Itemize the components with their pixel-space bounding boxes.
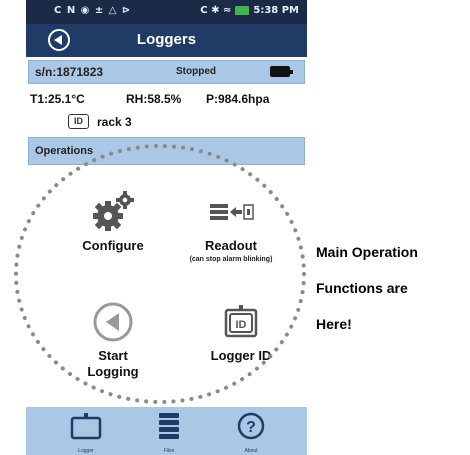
battery-status-icon	[235, 6, 250, 15]
start-logging-button[interactable]: Start Logging	[68, 300, 158, 380]
temperature-reading: T1:25.1°C	[30, 92, 85, 106]
readout-button[interactable]: Readout (can stop alarm blinking)	[166, 190, 296, 263]
help-circle-icon: ?	[237, 412, 265, 440]
nav-item-files[interactable]: Files	[139, 411, 199, 454]
readout-icon	[206, 190, 256, 234]
id-card-text: ID	[236, 319, 247, 331]
readout-sublabel: (can stop alarm blinking)	[189, 256, 273, 263]
files-icon	[159, 413, 179, 439]
logger-icon	[70, 413, 102, 440]
serial-number: s/n:1871823	[35, 65, 104, 79]
annotation-line-2: Functions are	[316, 280, 408, 296]
status-signal-icons: C ✱ ≈	[200, 5, 232, 16]
logger-tag-name: rack 3	[97, 114, 132, 129]
annotation-caption: Main Operation Functions are Here!	[316, 234, 466, 342]
readout-label: Readout	[205, 238, 257, 253]
bottom-navigation: Logger Files ? About	[26, 407, 307, 455]
start-logging-label-2: Logging	[87, 364, 139, 379]
nav-label-files: Files	[163, 448, 175, 454]
id-badge-icon: ID	[68, 114, 89, 129]
status-bar: C N ◉ ± △ ⊳ C ✱ ≈ 5:38 PM	[26, 0, 307, 24]
logger-state: Stopped	[176, 66, 216, 77]
nav-item-logger[interactable]: Logger	[56, 411, 116, 454]
operations-header: Operations	[28, 137, 305, 165]
phone-screen: C N ◉ ± △ ⊳ C ✱ ≈ 5:38 PM Loggers s/n:18…	[26, 0, 307, 455]
battery-icon	[270, 66, 293, 77]
gear-icon	[91, 190, 135, 234]
nav-label-logger: Logger	[78, 448, 94, 454]
title-bar: Loggers	[26, 24, 307, 57]
logger-id-label: Logger ID	[210, 348, 272, 363]
annotation-line-1: Main Operation	[316, 244, 418, 260]
status-right: C ✱ ≈ 5:38 PM	[200, 5, 299, 16]
nav-item-about[interactable]: ? About	[221, 411, 281, 454]
status-left-icons: C N ◉ ± △ ⊳	[54, 5, 132, 16]
start-logging-label-1: Start	[98, 348, 128, 363]
logger-serial-bar[interactable]: s/n:1871823 Stopped	[28, 60, 305, 84]
logger-id-button[interactable]: ID Logger ID	[196, 300, 286, 364]
pressure-reading: P:984.6hpa	[206, 92, 270, 106]
configure-label: Configure	[82, 238, 144, 253]
humidity-reading: RH:58.5%	[126, 92, 182, 106]
annotation-line-3: Here!	[316, 316, 352, 332]
id-card-icon: ID	[219, 300, 263, 344]
configure-button[interactable]: Configure	[68, 190, 158, 254]
logger-tag-row: ID rack 3	[68, 114, 132, 129]
page-title: Loggers	[136, 31, 197, 48]
help-glyph: ?	[246, 419, 256, 436]
screenshot-canvas: C N ◉ ± △ ⊳ C ✱ ≈ 5:38 PM Loggers s/n:18…	[0, 0, 470, 455]
status-time: 5:38 PM	[253, 5, 299, 16]
operations-title: Operations	[35, 145, 94, 157]
play-back-circle-icon	[91, 300, 135, 344]
nav-label-about: About	[244, 448, 258, 454]
